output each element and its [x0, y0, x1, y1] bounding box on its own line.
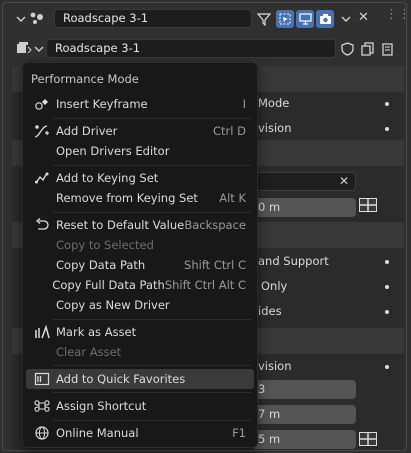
menu-item-reset-to-default[interactable]: Reset to Default Value Backspace [26, 215, 254, 235]
clear-icon[interactable]: ✕ [339, 174, 349, 188]
menu-separator [53, 365, 251, 366]
chevron-down-icon[interactable] [13, 11, 29, 27]
close-icon[interactable]: ✕ [358, 10, 369, 25]
data-type-chevron-icon[interactable] [31, 41, 47, 57]
menu-separator [53, 420, 251, 421]
value-field[interactable]: 5 m [252, 430, 356, 449]
object-name-field[interactable]: Roadscape 3-1 [54, 9, 252, 28]
asset-icon [32, 324, 52, 340]
unlink-icon[interactable] [378, 40, 396, 58]
duplicate-icon[interactable] [358, 40, 376, 58]
search-field[interactable]: ✕ [252, 172, 356, 191]
checkbox-dot[interactable] [385, 310, 389, 314]
driver-icon [32, 123, 52, 139]
setting-label: and Support [258, 254, 329, 268]
menu-item-online-manual[interactable]: Online Manual F1 [26, 423, 254, 443]
grid-icon[interactable] [359, 198, 377, 215]
grid-icon[interactable] [359, 432, 377, 449]
value-field[interactable]: 7 m [252, 405, 356, 424]
setting-label: Mode [258, 96, 290, 110]
menu-separator [53, 392, 251, 393]
menu-item-remove-from-keying-set[interactable]: Remove from Keying Set Alt K [26, 188, 254, 208]
menu-item-insert-keyframe[interactable]: Insert Keyframe I [26, 94, 254, 114]
menu-item-copy-to-selected[interactable]: Copy to Selected [26, 235, 254, 255]
render-toggle-icon[interactable] [316, 10, 334, 28]
menu-item-open-drivers-editor[interactable]: Open Drivers Editor [26, 141, 254, 161]
viewport-toggle-icon[interactable] [296, 10, 314, 28]
menu-separator [53, 212, 251, 213]
menu-item-add-to-keying-set[interactable]: Add to Keying Set [26, 168, 254, 188]
checkbox-dot[interactable] [385, 260, 389, 264]
setting-label: Only [261, 279, 288, 293]
menu-separator [53, 165, 251, 166]
checkbox-dot[interactable] [385, 365, 389, 369]
data-name-field[interactable]: Roadscape 3-1 [46, 39, 336, 58]
object-type-icon [29, 11, 45, 28]
setting-label: vision [258, 121, 292, 135]
menu-item-add-driver[interactable]: Add Driver Ctrl D [26, 121, 254, 141]
reset-icon [32, 217, 52, 233]
menu-separator [53, 118, 251, 119]
value-field[interactable]: 3 [252, 380, 356, 399]
menu-item-mark-as-asset[interactable]: Mark as Asset [26, 322, 254, 342]
drag-handle-icon[interactable]: ⋮⋮ [385, 7, 411, 22]
context-menu: Performance Mode Insert Keyframe I Add D… [22, 62, 258, 448]
filter-icon[interactable] [255, 10, 273, 28]
quick-favorites-icon [32, 371, 52, 387]
setting-label: vision [258, 359, 292, 373]
data-header-row: Roadscape 3-1 [0, 37, 411, 61]
menu-item-add-to-quick-favorites[interactable]: Add to Quick Favorites [26, 369, 254, 389]
data-type-icon[interactable] [16, 41, 32, 58]
menu-title: Performance Mode [31, 72, 139, 86]
keying-set-icon [32, 170, 52, 186]
globe-icon [32, 425, 52, 441]
menu-item-copy-as-new-driver[interactable]: Copy as New Driver [26, 295, 254, 315]
keyframe-icon [32, 96, 52, 112]
menu-item-assign-shortcut[interactable]: Assign Shortcut [26, 396, 254, 416]
menu-item-clear-asset[interactable]: Clear Asset [26, 342, 254, 362]
checkbox-dot[interactable] [385, 102, 389, 106]
menu-item-copy-data-path[interactable]: Copy Data Path Shift Ctrl C [26, 255, 254, 275]
menu-item-copy-full-data-path[interactable]: Copy Full Data Path Shift Ctrl Alt C [26, 275, 254, 295]
header-dropdown-chevron-icon[interactable] [338, 11, 354, 27]
select-toggle-icon[interactable] [276, 10, 294, 28]
fake-user-shield-icon[interactable] [338, 40, 356, 58]
shortcut-icon [32, 398, 52, 414]
menu-separator [53, 319, 251, 320]
checkbox-dot[interactable] [385, 127, 389, 131]
value-field[interactable]: 0 m [252, 198, 356, 217]
object-header-row: Roadscape 3-1 ✕ ⋮⋮ [0, 7, 411, 31]
setting-label: ides [258, 304, 282, 318]
checkbox-dot[interactable] [385, 285, 389, 289]
